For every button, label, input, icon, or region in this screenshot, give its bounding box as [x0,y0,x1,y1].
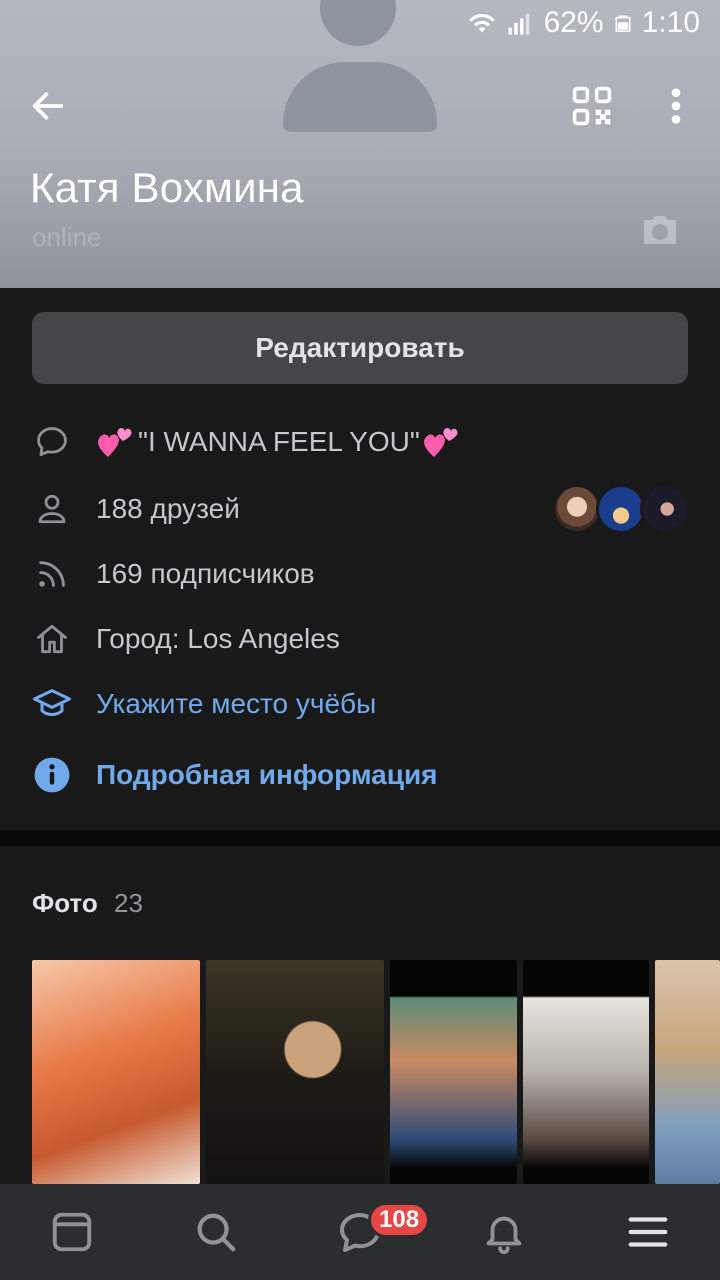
rss-icon [32,554,72,594]
avatar[interactable] [596,484,646,534]
messages-badge: 108 [368,1202,431,1238]
photos-section-title[interactable]: Фото [32,888,98,919]
online-status: online [32,222,102,252]
signal-icon [507,13,529,35]
feed-icon [52,1212,92,1252]
change-cover-button[interactable] [636,206,684,254]
followers-count: 169 подписчиков [96,558,315,589]
city-text: Город: Los Angeles [96,623,340,654]
add-education-link[interactable]: Укажите место учёбы [96,688,376,720]
edit-profile-button[interactable]: Редактировать [32,312,688,384]
avatar[interactable] [552,484,602,534]
search-icon [197,1213,236,1252]
friends-count: 188 друзей [96,493,240,524]
avatar-placeholder-body [283,62,437,132]
status-row[interactable]: "I WANNA FEEL YOU" [0,412,720,472]
profile-name: Катя Вохмина [30,164,304,211]
photos-count: 23 [114,888,143,918]
chat-bubble-icon [32,422,72,462]
info-icon [32,755,72,795]
graduation-cap-icon [32,684,72,724]
more-options-button[interactable] [652,78,700,134]
nav-feed[interactable] [48,1208,96,1256]
more-vertical-icon [671,88,681,124]
notifications-icon [486,1216,522,1255]
nav-notifications[interactable] [480,1208,528,1256]
photo-thumbnail[interactable] [390,960,517,1184]
qr-code-button[interactable] [564,78,620,134]
clock: 1:10 [641,6,700,39]
photo-thumbnail[interactable] [206,960,384,1184]
details-row[interactable]: Подробная информация [0,745,720,805]
qr-code-icon [572,86,612,126]
education-row[interactable]: Укажите место учёбы [0,674,720,734]
menu-icon [628,1217,668,1247]
bottom-navigation [0,1184,720,1280]
status-bar: 62% 1:10 [0,0,720,48]
followers-row[interactable]: 169 подписчиков [0,544,720,604]
friend-avatars[interactable] [552,484,690,534]
home-icon [32,619,72,659]
avatar[interactable] [640,484,690,534]
photo-thumbnail[interactable] [523,960,649,1184]
nav-menu[interactable] [624,1208,672,1256]
detailed-info-link[interactable]: Подробная информация [96,759,438,791]
battery-icon [615,15,631,32]
city-row: Город: Los Angeles [0,609,720,669]
camera-icon [644,216,676,244]
photo-thumbnail[interactable] [32,960,200,1184]
battery-percentage: 62% [543,6,604,39]
back-button[interactable] [20,78,76,134]
section-divider [0,830,720,846]
two-hearts-icon [423,427,458,457]
wifi-icon [468,13,495,33]
nav-search[interactable] [192,1208,240,1256]
photo-thumbnail[interactable] [655,960,720,1184]
back-arrow-icon [32,92,64,120]
status-text: "I WANNA FEEL YOU" [138,426,420,457]
two-hearts-icon [98,427,132,457]
user-icon [32,489,72,529]
